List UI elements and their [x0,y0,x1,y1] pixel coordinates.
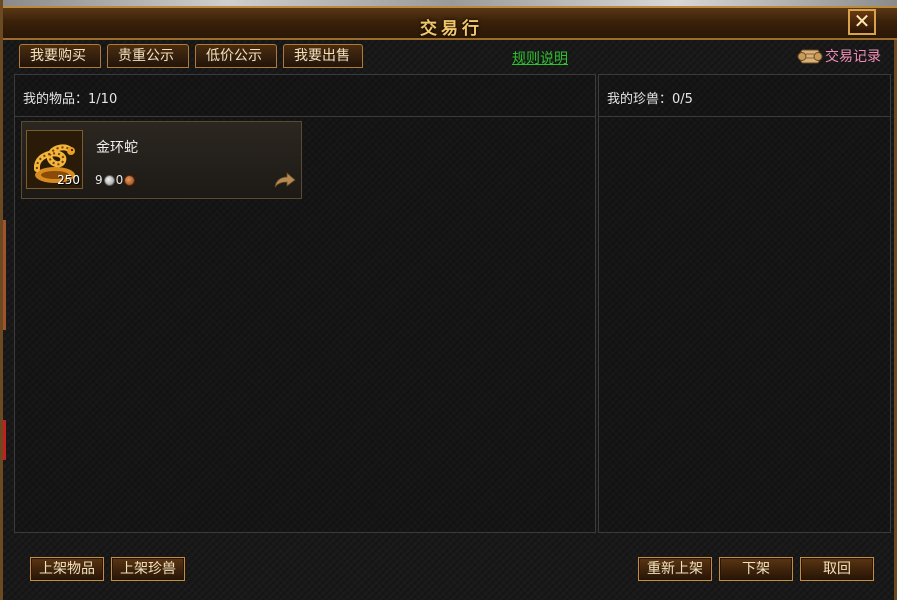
trade-records-label: 交易记录 [825,49,881,65]
window-title: 交易行 [420,19,483,39]
my-items-label: 我的物品： [23,92,89,107]
title-bar: 交易行 [3,6,897,40]
item-quantity: 250 [57,173,80,187]
item-card[interactable]: 250 金环蛇 9 0 [21,121,302,199]
silver-coin-icon [103,174,115,186]
retrieve-button[interactable]: 取回 [800,557,874,581]
price-copper-value: 0 [115,173,124,187]
left-edge-decor-red [3,420,6,460]
left-edge-decor [3,220,6,330]
my-pets-count: 0/5 [672,92,693,107]
item-slot[interactable]: 250 [26,130,83,189]
item-price: 9 0 [95,173,136,187]
my-pets-label: 我的珍兽： [607,92,673,107]
my-pets-header: 我的珍兽：0/5 [599,75,890,117]
close-icon: ✕ [853,9,871,33]
rules-link[interactable]: 规则说明 [512,48,568,68]
close-button[interactable]: ✕ [848,9,876,35]
trade-records-button[interactable]: 交易记录 [797,44,881,68]
item-name: 金环蛇 [96,140,138,156]
relist-button[interactable]: 重新上架 [638,557,712,581]
share-arrow-icon[interactable] [273,171,297,189]
scroll-icon [797,49,823,64]
list-pet-button[interactable]: 上架珍兽 [111,557,185,581]
copper-coin-icon [124,174,136,186]
tab-sell[interactable]: 我要出售 [283,44,363,68]
price-silver-value: 9 [95,173,103,187]
list-item-button[interactable]: 上架物品 [30,557,104,581]
my-items-header: 我的物品：1/10 [15,75,595,117]
delist-button[interactable]: 下架 [719,557,793,581]
tab-valuable-notice[interactable]: 贵重公示 [107,44,189,68]
trade-window: 交易行 ✕ 我要购买 贵重公示 低价公示 我要出售 规则说明 交易记录 我的物品… [0,0,897,600]
my-items-count: 1/10 [88,92,118,107]
my-pets-panel: 我的珍兽：0/5 [598,74,891,533]
tab-lowprice-notice[interactable]: 低价公示 [195,44,277,68]
tab-buy[interactable]: 我要购买 [19,44,101,68]
